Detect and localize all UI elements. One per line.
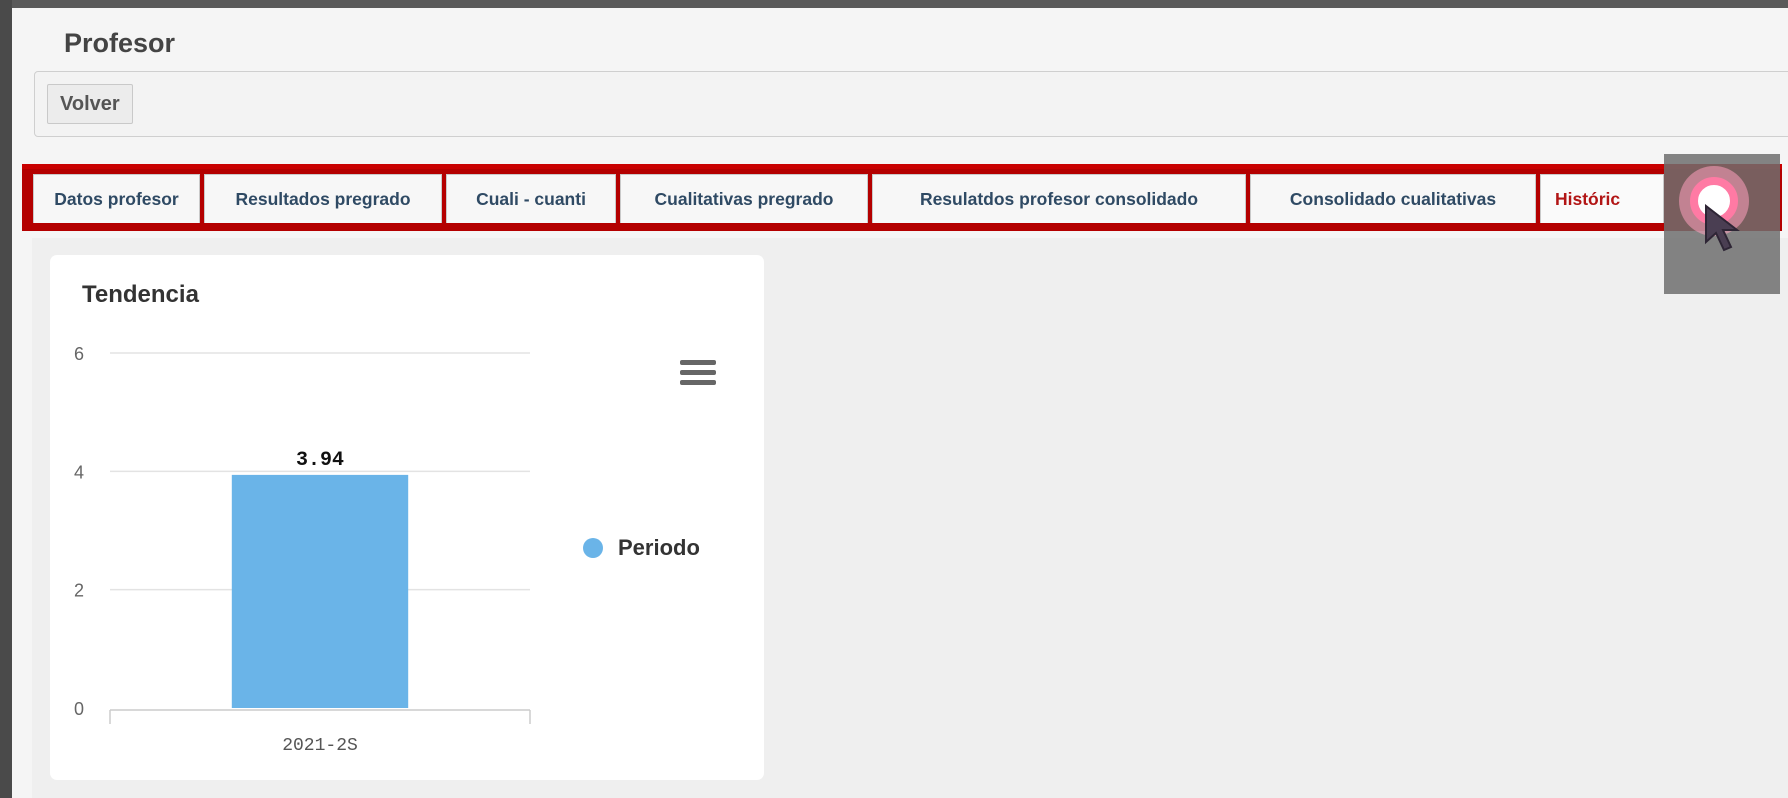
y-tick-label: 6 [74,344,84,364]
y-tick-label: 2 [74,581,84,601]
toolbar: Volver [34,71,1788,137]
x-tick-label: 2021-2S [282,736,358,756]
bar [231,474,409,708]
window-frame-left [0,0,12,798]
bar-chart: 0 2 4 6 3.94 2021-2S [74,344,531,756]
tab-resultados-profesor-consolidado[interactable]: Resulatdos profesor consolidado [872,174,1246,223]
y-tick-label: 0 [74,699,84,719]
mouse-pointer-icon [1705,204,1740,252]
legend-item-periodo[interactable]: Periodo [583,535,700,561]
back-button[interactable]: Volver [47,84,133,124]
page-title: Profesor [64,28,176,58]
tab-consolidado-cualitativas[interactable]: Consolidado cualitativas [1250,174,1536,223]
y-tick-label: 4 [74,462,84,482]
tab-bar: Datos profesor Resultados pregrado Cuali… [22,164,1782,231]
cursor-highlight [1664,154,1780,294]
data-label: 3.94 [296,449,344,472]
tab-datos-profesor[interactable]: Datos profesor [33,174,200,223]
chart-card: Tendencia 0 2 4 6 3.94 2021-2S Periodo [50,255,764,780]
tab-cuali-cuanti[interactable]: Cuali - cuanti [446,174,616,223]
legend-label: Periodo [618,535,700,560]
legend-marker [583,538,603,558]
tab-cualitativas-pregrado[interactable]: Cualitativas pregrado [620,174,868,223]
tab-historico[interactable]: Históric [1540,174,1664,223]
hamburger-menu-icon[interactable] [680,360,716,388]
tab-resultados-pregrado[interactable]: Resultados pregrado [204,174,442,223]
